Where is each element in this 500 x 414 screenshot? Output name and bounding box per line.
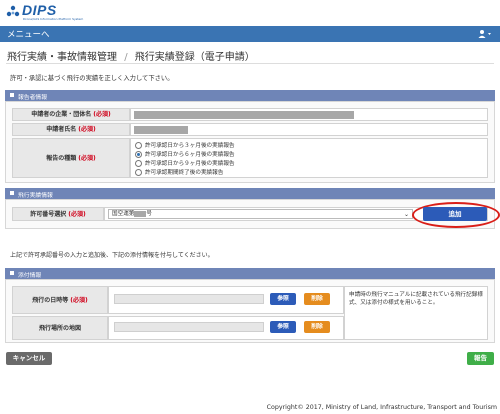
datetime-browse-button[interactable]: 参照 xyxy=(270,293,296,305)
permit-label: 許可番号選択 (必須) xyxy=(12,207,104,221)
breadcrumb-current: 飛行実績登録（電子申請） xyxy=(134,52,255,63)
map-delete-button[interactable]: 削除 xyxy=(304,321,330,333)
logo-area xyxy=(0,0,500,26)
report-type-label: 報告の種類 (必須) xyxy=(12,138,130,178)
user-icon[interactable] xyxy=(478,29,492,39)
permit-label-text: 許可番号選択 xyxy=(30,211,67,218)
map-label-text: 飛行場所の地図 xyxy=(38,325,81,332)
side-note: 申請時の飛行マニュアルに記載されている飛行記録様式、又は添付の様式を用いること。 xyxy=(349,292,483,306)
instruction-text: 許可・承認に基づく飛行の実績を正しく入力して下さい。 xyxy=(10,75,174,82)
page-title: 飛行実績・事故情報管理 / 飛行実績登録（電子申請） xyxy=(7,48,255,63)
section-header-reporter: 報告者情報 xyxy=(5,90,495,101)
permit-select-suffix: 号 xyxy=(146,211,152,217)
permit-redacted xyxy=(134,210,147,217)
section-square-icon xyxy=(10,191,14,195)
permit-select[interactable]: 国空運第 号 ⌄ xyxy=(108,209,413,219)
radio-button[interactable] xyxy=(135,160,142,167)
company-label: 申請者の企業・団体名 (必須) xyxy=(12,108,130,121)
report-type-option[interactable]: 許可承認日から６ヶ月後の実績報告 xyxy=(135,150,235,158)
title-divider xyxy=(6,63,494,64)
radio-button-selected[interactable] xyxy=(135,151,142,158)
map-label: 飛行場所の地図 xyxy=(12,316,108,340)
company-label-text: 申請者の企業・団体名 xyxy=(31,111,92,118)
section-title: 飛行実績情報 xyxy=(18,192,53,199)
report-type-option[interactable]: 許可承認期間終了後の実績報告 xyxy=(135,168,223,176)
datetime-label: 飛行の日時等 (必須) xyxy=(12,286,108,314)
company-value xyxy=(130,108,488,121)
section-header-attachments: 添付情報 xyxy=(5,268,495,279)
option-label: 許可承認日から３ヶ月後の実績報告 xyxy=(145,143,235,149)
report-type-option[interactable]: 許可承認日から３ヶ月後の実績報告 xyxy=(135,141,235,149)
radio-button[interactable] xyxy=(135,169,142,176)
name-value xyxy=(130,123,488,136)
required-mark: (必須) xyxy=(78,126,96,133)
dips-logo-icon xyxy=(6,5,20,17)
logo-subtext: Drone/UAS Information Platform System xyxy=(23,17,84,21)
cancel-button[interactable]: キャンセル xyxy=(6,352,52,365)
report-button[interactable]: 報告 xyxy=(467,352,494,365)
option-label: 許可承認期間終了後の実績報告 xyxy=(145,170,224,176)
chevron-down-icon: ⌄ xyxy=(403,211,409,218)
section-title: 添付情報 xyxy=(18,272,42,279)
company-redacted xyxy=(134,111,354,119)
section-header-flight: 飛行実績情報 xyxy=(5,188,495,199)
breadcrumb-separator: / xyxy=(124,52,128,63)
report-type-label-text: 報告の種類 xyxy=(46,155,77,162)
name-label-text: 申請者氏名 xyxy=(46,126,77,133)
permit-select-value: 国空運第 xyxy=(112,211,135,217)
map-browse-button[interactable]: 参照 xyxy=(270,321,296,333)
side-note-cell: 申請時の飛行マニュアルに記載されている飛行記録様式、又は添付の様式を用いること。 xyxy=(344,286,488,340)
section-square-icon xyxy=(10,271,14,275)
report-type-options: 許可承認日から３ヶ月後の実績報告 許可承認日から６ヶ月後の実績報告 許可承認日か… xyxy=(130,138,488,178)
report-type-option[interactable]: 許可承認日から９ヶ月後の実績報告 xyxy=(135,159,235,167)
datetime-label-text: 飛行の日時等 xyxy=(32,297,69,304)
datetime-file-input[interactable] xyxy=(114,294,264,304)
radio-button[interactable] xyxy=(135,142,142,149)
menu-bar: メニューへ xyxy=(0,26,500,42)
required-mark: (必須) xyxy=(78,155,96,162)
breadcrumb-parent: 飛行実績・事故情報管理 xyxy=(7,52,117,63)
menu-link[interactable]: メニューへ xyxy=(7,28,50,40)
footer-copyright: Copyright© 2017, Ministry of Land, Infra… xyxy=(266,404,497,411)
option-label: 許可承認日から６ヶ月後の実績報告 xyxy=(145,152,235,158)
option-label: 許可承認日から９ヶ月後の実績報告 xyxy=(145,161,235,167)
required-mark: (必須) xyxy=(70,297,88,304)
section-title: 報告者情報 xyxy=(18,94,47,101)
name-redacted xyxy=(134,126,188,134)
name-label: 申請者氏名 (必須) xyxy=(12,123,130,136)
required-mark: (必須) xyxy=(93,111,111,118)
logo-text: DIPS xyxy=(22,2,57,18)
map-file-input[interactable] xyxy=(114,322,264,332)
section-square-icon xyxy=(10,93,14,97)
add-button[interactable]: 追加 xyxy=(423,207,487,221)
required-mark: (必須) xyxy=(68,211,86,218)
attachment-note: 上記で許可承認番号の入力と追加後、下記の添付情報を付与してください。 xyxy=(10,252,214,259)
datetime-delete-button[interactable]: 削除 xyxy=(304,293,330,305)
